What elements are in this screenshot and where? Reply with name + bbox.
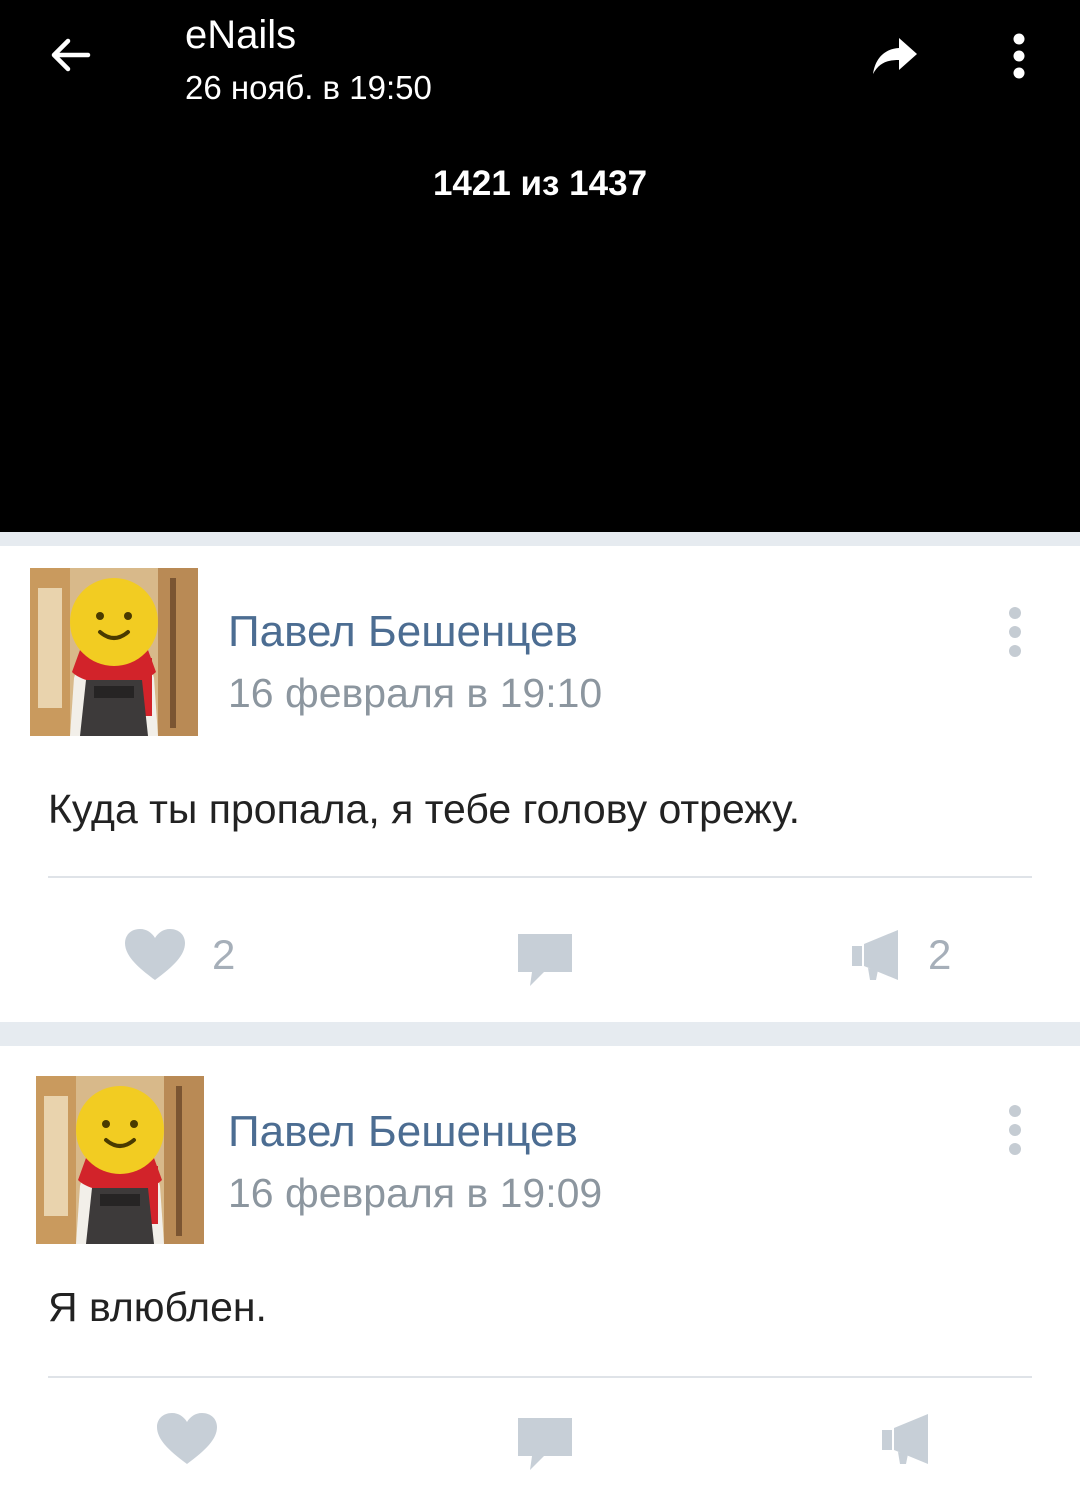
repost-count: 2 <box>928 931 952 978</box>
like-button[interactable] <box>156 1412 218 1466</box>
avatar-image <box>36 1076 204 1244</box>
arrow-left-icon <box>51 38 91 72</box>
divider <box>48 1376 1032 1378</box>
viewer-subtitle: 26 нояб. в 19:50 <box>185 69 432 106</box>
comment-button[interactable] <box>516 932 574 988</box>
back-button[interactable] <box>38 22 104 88</box>
photo-viewer-header: eNails 26 нояб. в 19:50 1421 из 1437 <box>0 0 1080 532</box>
more-button[interactable] <box>994 26 1044 86</box>
repost-button[interactable]: 2 <box>850 928 951 982</box>
post-card: Павел Бешенцев 16 февраля в 19:10 Куда т… <box>0 546 1080 1022</box>
like-button[interactable]: 2 <box>124 928 235 982</box>
comment-icon <box>518 934 572 986</box>
like-count: 2 <box>212 931 236 978</box>
share-arrow-icon <box>873 38 917 74</box>
post-card: Павел Бешенцев 16 февраля в 19:09 Я влюб… <box>0 1046 1080 1496</box>
post-text: Куда ты пропала, я тебе голову отрежу. <box>48 786 800 832</box>
more-vertical-icon <box>1009 1105 1021 1155</box>
post-menu-button[interactable] <box>998 1100 1032 1160</box>
divider <box>48 876 1032 878</box>
post-text: Я влюблен. <box>48 1284 267 1330</box>
megaphone-icon <box>852 930 898 980</box>
post-date: 16 февраля в 19:10 <box>228 670 603 716</box>
post-author[interactable]: Павел Бешенцев <box>228 606 578 658</box>
photo-counter: 1421 из 1437 <box>432 164 648 203</box>
heart-icon <box>125 929 185 980</box>
avatar-image <box>30 568 198 736</box>
post-author[interactable]: Павел Бешенцев <box>228 1106 578 1158</box>
more-vertical-icon <box>1009 607 1021 657</box>
comment-button[interactable] <box>516 1416 574 1472</box>
avatar <box>30 568 198 736</box>
heart-icon <box>157 1413 217 1464</box>
post-menu-button[interactable] <box>998 602 1032 662</box>
photo-content[interactable]: Павел Бешенцев 16 февраля в 19:10 Куда т… <box>0 532 1080 1496</box>
repost-button[interactable] <box>880 1412 932 1466</box>
share-button[interactable] <box>862 26 928 86</box>
avatar <box>36 1076 204 1244</box>
viewer-title: eNails <box>185 13 297 57</box>
more-vertical-icon <box>1013 33 1025 79</box>
post-date: 16 февраля в 19:09 <box>228 1170 603 1216</box>
comment-icon <box>518 1418 572 1470</box>
megaphone-icon <box>882 1414 928 1464</box>
